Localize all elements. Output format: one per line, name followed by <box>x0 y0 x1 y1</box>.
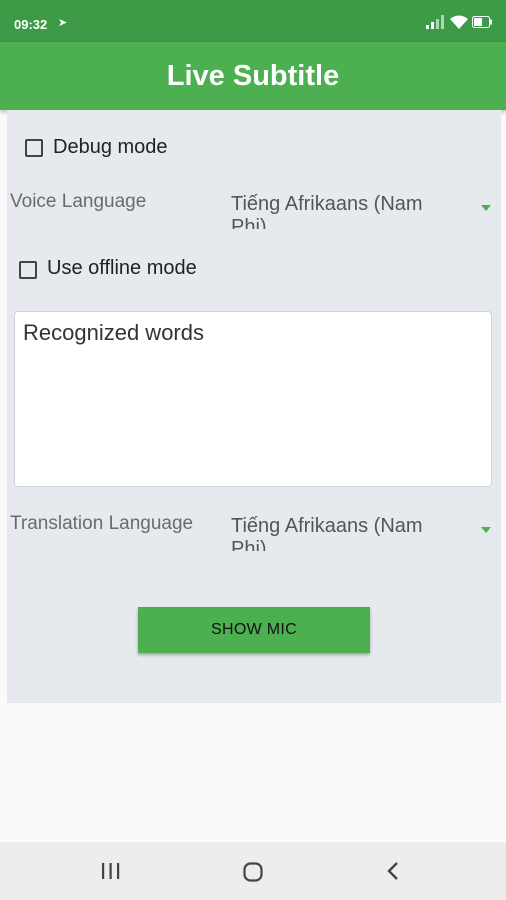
system-nav-bar <box>0 842 506 900</box>
voice-language-value: Tiếng Afrikaans (Nam Phi) <box>231 193 423 229</box>
wifi-icon <box>450 15 468 29</box>
debug-mode-checkbox[interactable] <box>25 138 43 157</box>
debug-mode-row[interactable]: Debug mode <box>25 136 168 159</box>
translation-language-label: Translation Language <box>10 513 194 534</box>
status-bar: 09:32 ➤ <box>0 0 506 42</box>
voice-language-spinner[interactable]: Tiếng Afrikaans (Nam Phi) <box>231 193 499 229</box>
translation-language-spinner[interactable]: Tiếng Afrikaans (Nam Phi) <box>231 515 499 551</box>
show-mic-button[interactable]: SHOW MIC <box>138 607 370 653</box>
dropdown-arrow-icon <box>481 527 491 533</box>
status-time: 09:32 <box>14 17 48 32</box>
offline-mode-checkbox[interactable] <box>19 261 37 279</box>
home-icon[interactable] <box>243 862 263 882</box>
recognized-words-box[interactable]: Recognized words <box>14 311 492 487</box>
translation-language-value: Tiếng Afrikaans (Nam Phi) <box>231 515 423 551</box>
offline-mode-label: Use offline mode <box>47 257 197 279</box>
offline-mode-row[interactable]: Use offline mode <box>19 257 197 280</box>
app-title: Live Subtitle <box>166 60 340 92</box>
debug-mode-label: Debug mode <box>53 136 168 158</box>
voice-language-label: Voice Language <box>10 191 147 212</box>
signal-icon <box>426 15 444 29</box>
recent-apps-icon[interactable] <box>100 862 122 880</box>
back-icon[interactable] <box>386 861 400 881</box>
location-arrow-icon: ➤ <box>58 17 68 29</box>
battery-icon <box>472 16 492 28</box>
dropdown-arrow-icon <box>481 205 491 211</box>
app-bar: Live Subtitle <box>0 42 506 110</box>
